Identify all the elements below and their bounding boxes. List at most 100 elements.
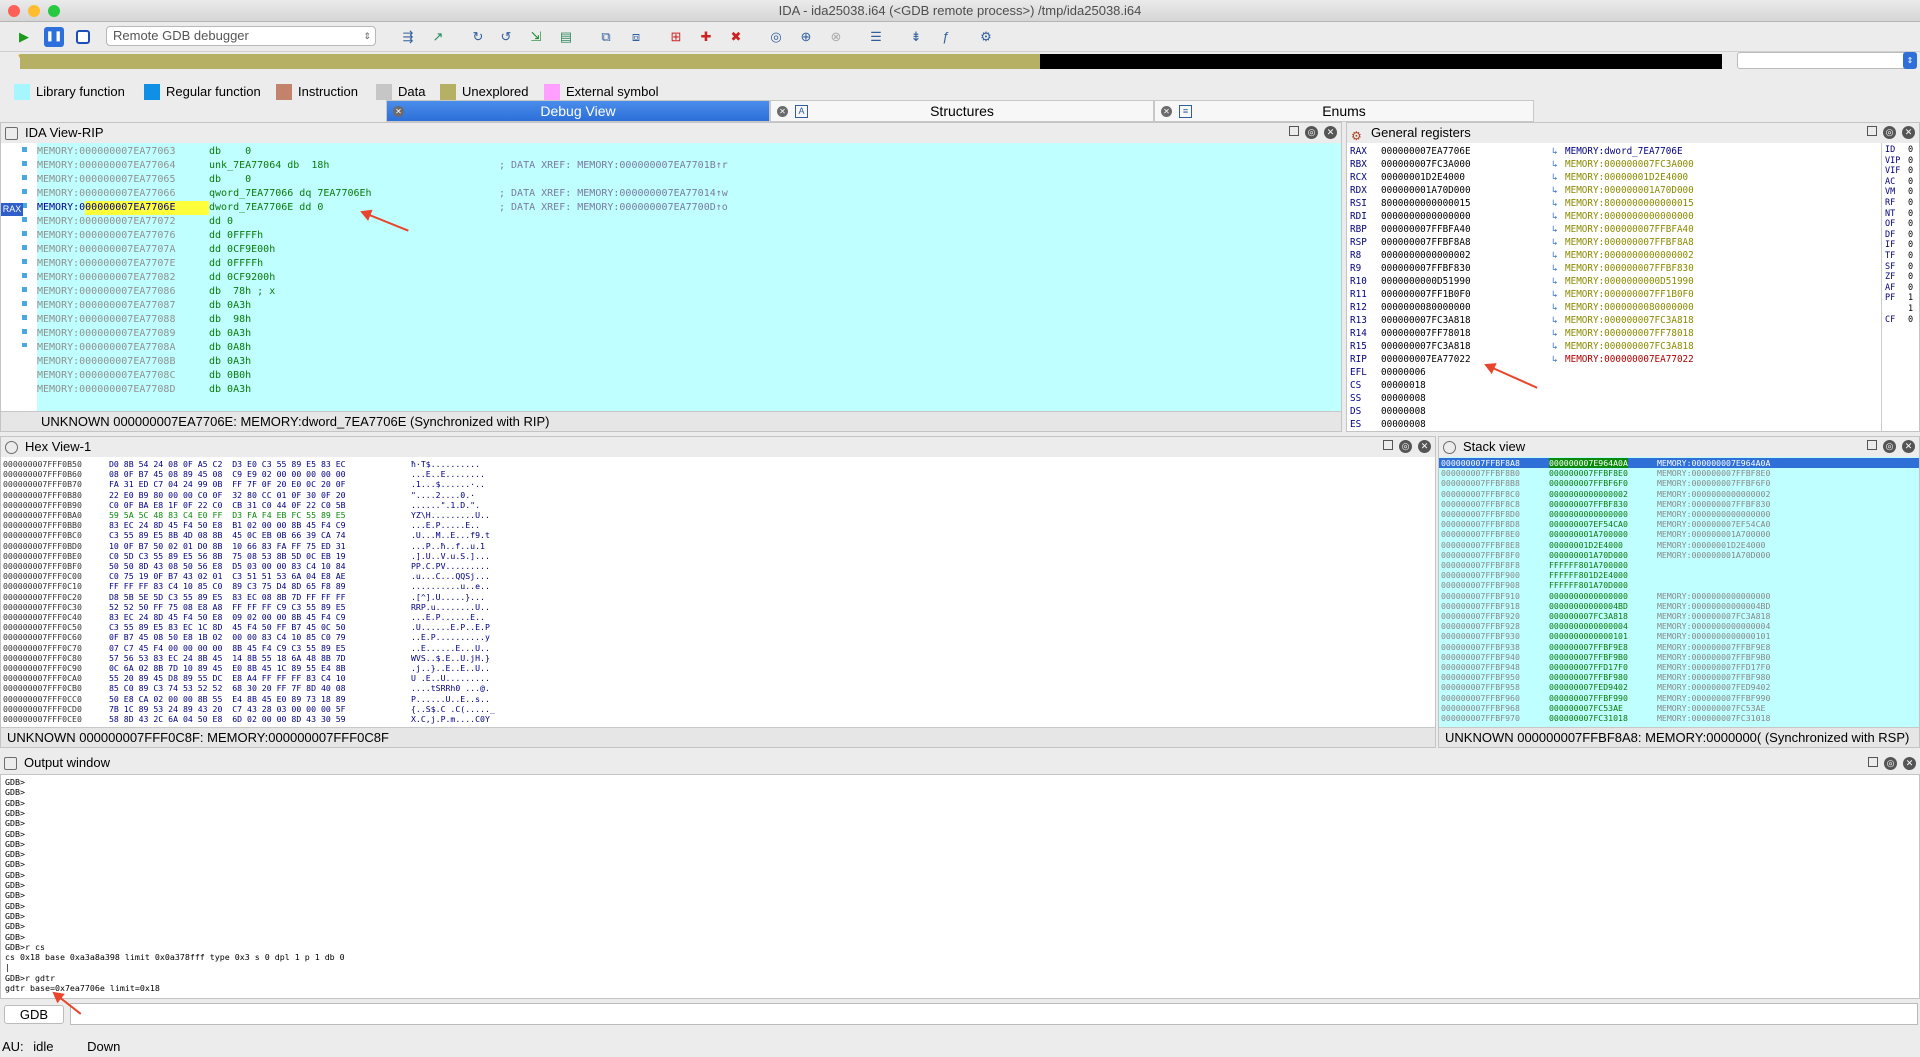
flag-row[interactable]: ID 0 [1882, 145, 1919, 155]
register-reference[interactable]: MEMORY:0000000000D51990 [1565, 275, 1694, 288]
disassembly-listing[interactable]: MEMORY:000000007EA77063 db 0 MEMORY:000000… [37, 143, 1341, 411]
stack-row[interactable]: 000000007FFBF8B0 000000007FFBF8E0 MEMORY:0… [1439, 468, 1919, 478]
hex-row[interactable]: 000000007FFF0BB0 83 EC 24 8D 45 F4 50 E8 … [1, 520, 1435, 530]
code-line[interactable]: MEMORY:000000007EA7708C db 0B0h [37, 369, 1341, 383]
hex-row[interactable]: 000000007FFF0C30 52 52 50 FF 75 08 E8 A8 … [1, 602, 1435, 612]
stack-row[interactable]: 000000007FFBF900 FFFFFF801D2E4000 [1439, 570, 1919, 580]
stack-row[interactable]: 000000007FFBF930 0000000000000101 MEMORY:0… [1439, 631, 1919, 641]
hex-row[interactable]: 000000007FFF0CC0 50 E8 CA 02 00 00 8B 55 … [1, 694, 1435, 704]
register-reference[interactable]: MEMORY:0000000000000000 [1565, 210, 1694, 223]
register-reference[interactable]: MEMORY:000000007FC3A000 [1565, 158, 1694, 171]
register-row[interactable]: SS 00000008 [1347, 392, 1881, 405]
hex-row[interactable]: 000000007FFF0B90 C0 0F BA E8 1F 0F 22 C0 … [1, 500, 1435, 510]
stack-row[interactable]: 000000007FFBF8A8 000000007E964A0A MEMORY:0… [1439, 458, 1919, 468]
zoom-window-button[interactable] [48, 5, 60, 17]
close-icon[interactable]: ✕ [1902, 126, 1915, 139]
stack-reference[interactable]: MEMORY:000000001A700000 [1657, 529, 1770, 539]
stack-row[interactable]: 000000007FFBF8D0 0000000000000000 MEMORY:0… [1439, 509, 1919, 519]
continue-icon[interactable]: ⇲ [526, 27, 546, 47]
close-tab-icon[interactable]: ✕ [1161, 106, 1172, 117]
register-row[interactable]: RCX 00000001D2E4000 ↳ MEMORY:00000001D2E400… [1347, 171, 1881, 184]
stack-row[interactable]: 000000007FFBF8D8 000000007EF54CA0 MEMORY:0… [1439, 519, 1919, 529]
modules-icon[interactable]: ⧉ [596, 27, 616, 47]
hex-row[interactable]: 000000007FFF0C10 FF FF FF 83 C4 10 85 C0 … [1, 581, 1435, 591]
stack-reference[interactable]: MEMORY:000000007FFBF9E8 [1657, 642, 1770, 652]
register-row[interactable]: CS 00000018 [1347, 379, 1881, 392]
code-line[interactable]: MEMORY:000000007EA7706E dword_7EA7706E dd… [37, 201, 1341, 215]
register-reference[interactable]: MEMORY:00000001D2E4000 [1565, 171, 1688, 184]
stack-row[interactable]: 000000007FFBF948 000000007FFD17F0 MEMORY:0… [1439, 662, 1919, 672]
run-to-cursor-icon[interactable]: ↗ [428, 27, 448, 47]
stack-reference[interactable]: MEMORY:000000001A70D000 [1657, 550, 1770, 560]
hex-row[interactable]: 000000007FFF0C40 83 EC 24 8D 45 F4 50 E8 … [1, 612, 1435, 622]
register-reference[interactable]: MEMORY:dword_7EA7706E [1565, 145, 1683, 158]
maximize-icon[interactable] [1383, 440, 1393, 450]
flag-row[interactable]: AC 0 [1882, 177, 1919, 187]
hex-row[interactable]: 000000007FFF0CE0 58 8D 43 2C 6A 04 50 E8 … [1, 714, 1435, 724]
register-reference[interactable]: MEMORY:000000007FFBFA40 [1565, 223, 1694, 236]
flag-row[interactable]: DF 0 [1882, 230, 1919, 240]
stack-row[interactable]: 000000007FFBF908 FFFFFF801A70D000 [1439, 580, 1919, 590]
register-row[interactable]: R15 000000007FC3A818 ↳ MEMORY:000000007FC3A… [1347, 340, 1881, 353]
debugger-select[interactable]: Remote GDB debugger ⇕ [106, 26, 376, 46]
register-reference[interactable]: MEMORY:000000007FF78018 [1565, 327, 1694, 340]
stack-row[interactable]: 000000007FFBF940 000000007FFBF9B0 MEMORY:0… [1439, 652, 1919, 662]
stack-row[interactable]: 000000007FFBF8C8 000000007FFBF830 MEMORY:0… [1439, 499, 1919, 509]
register-row[interactable]: R9 000000007FFBF830 ↳ MEMORY:000000007FFBF8… [1347, 262, 1881, 275]
code-line[interactable]: MEMORY:000000007EA77089 db 0A3h [37, 327, 1341, 341]
add-trace-icon[interactable]: ⊕ [796, 27, 816, 47]
code-line[interactable]: MEMORY:000000007EA7707E dd 0FFFFh [37, 257, 1341, 271]
stack-reference[interactable]: MEMORY:0000000000000004 [1657, 621, 1770, 631]
stack-row[interactable]: 000000007FFBF958 000000007FED9402 MEMORY:0… [1439, 682, 1919, 692]
maximize-icon[interactable] [1867, 126, 1877, 136]
tab-debug-view[interactable]: ✕ Debug View [386, 100, 770, 122]
flag-row[interactable]: PF 1 [1882, 293, 1919, 303]
threads-icon[interactable]: ⧈ [626, 27, 646, 47]
stack-reference[interactable]: MEMORY:0000000000000000 [1657, 509, 1770, 519]
navigation-band[interactable] [20, 54, 1722, 69]
gdb-command-input[interactable] [70, 1003, 1918, 1025]
stack-row[interactable]: 000000007FFBF928 0000000000000004 MEMORY:0… [1439, 621, 1919, 631]
register-row[interactable]: RDX 000000001A70D000 ↳ MEMORY:000000001A70D… [1347, 184, 1881, 197]
add-watch-icon[interactable]: ✚ [696, 27, 716, 47]
stack-row[interactable]: 000000007FFBF960 000000007FFBF990 MEMORY:0… [1439, 693, 1919, 703]
pause-process-icon[interactable]: ❚❚ [44, 27, 64, 47]
maximize-icon[interactable] [1867, 440, 1877, 450]
register-row[interactable]: RDI 0000000000000000 ↳ MEMORY:0000000000000… [1347, 210, 1881, 223]
code-line[interactable]: MEMORY:000000007EA77086 db 78h ; x [37, 285, 1341, 299]
register-reference[interactable]: MEMORY:000000007FFBF830 [1565, 262, 1694, 275]
clear-trace-icon[interactable]: ⊗ [826, 27, 846, 47]
code-line[interactable]: MEMORY:000000007EA7708B db 0A3h [37, 355, 1341, 369]
code-line[interactable]: MEMORY:000000007EA77076 dd 0FFFFh [37, 229, 1341, 243]
stack-reference[interactable]: MEMORY:00000000000004BD [1657, 601, 1770, 611]
stack-reference[interactable]: MEMORY:0000000000000002 [1657, 489, 1770, 499]
code-line[interactable]: MEMORY:000000007EA7708D db 0A3h [37, 383, 1341, 397]
register-row[interactable]: EFL 00000006 [1347, 366, 1881, 379]
hex-row[interactable]: 000000007FFF0B70 FA 31 ED C7 04 24 99 0B … [1, 479, 1435, 489]
stack-reference[interactable]: MEMORY:000000007FFBF980 [1657, 672, 1770, 682]
hex-row[interactable]: 000000007FFF0C20 D8 5B 5E 5D C3 55 89 E5 … [1, 592, 1435, 602]
stack-row[interactable]: 000000007FFBF970 000000007FC31018 MEMORY:0… [1439, 713, 1919, 723]
code-line[interactable]: MEMORY:000000007EA77088 db 98h [37, 313, 1341, 327]
restore-icon[interactable]: ◎ [1884, 757, 1897, 770]
stack-row[interactable]: 000000007FFBF910 0000000000000000 MEMORY:0… [1439, 591, 1919, 601]
stack-row[interactable]: 000000007FFBF968 000000007FC53AE MEMORY:00… [1439, 703, 1919, 713]
register-row[interactable]: R11 000000007FF1B0F0 ↳ MEMORY:000000007FF1B… [1347, 288, 1881, 301]
stack-row[interactable]: 000000007FFBF920 000000007FC3A818 MEMORY:0… [1439, 611, 1919, 621]
close-window-button[interactable] [8, 5, 20, 17]
register-reference[interactable]: MEMORY:000000007FFBF8A8 [1565, 236, 1694, 249]
segments-icon[interactable]: ⇟ [906, 27, 926, 47]
register-row[interactable]: RSI 8000000000000015 ↳ MEMORY:8000000000000… [1347, 197, 1881, 210]
register-row[interactable]: R14 000000007FF78018 ↳ MEMORY:000000007FF78… [1347, 327, 1881, 340]
close-icon[interactable]: ✕ [1418, 440, 1431, 453]
stack-reference[interactable]: MEMORY:000000007FC31018 [1657, 713, 1770, 723]
flag-row[interactable]: VIF 0 [1882, 166, 1919, 176]
close-tab-icon[interactable]: ✕ [777, 106, 788, 117]
hex-row[interactable]: 000000007FFF0C00 C0 75 19 0F B7 43 02 01 … [1, 571, 1435, 581]
restore-icon[interactable]: ◎ [1399, 440, 1412, 453]
stack-reference[interactable]: MEMORY:000000007FC3A818 [1657, 611, 1770, 621]
code-line[interactable]: MEMORY:000000007EA7708A db 0A8h [37, 341, 1341, 355]
restore-icon[interactable]: ◎ [1883, 126, 1896, 139]
register-reference[interactable]: MEMORY:0000000080000000 [1565, 301, 1694, 314]
stack-reference[interactable]: MEMORY:000000007FED9402 [1657, 682, 1770, 692]
